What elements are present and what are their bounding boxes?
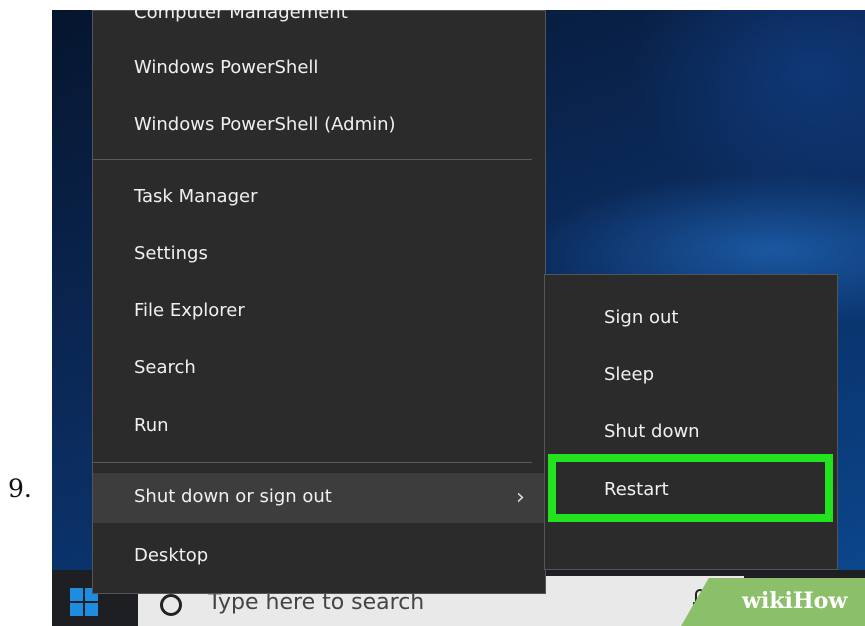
menu-separator [93, 159, 532, 160]
submenu-item-label: Sign out [604, 307, 679, 328]
menu-item-windows-powershell-admin[interactable]: Windows PowerShell (Admin) [93, 101, 545, 151]
submenu-item-sign-out[interactable]: Sign out [545, 294, 837, 344]
menu-item-windows-powershell[interactable]: Windows PowerShell [93, 44, 545, 94]
menu-item-desktop[interactable]: Desktop [93, 532, 545, 582]
menu-item-label: Run [134, 415, 169, 436]
menu-item-label: Search [134, 357, 196, 378]
wikihow-watermark-text: wikiHow [742, 588, 848, 614]
menu-item-label: Windows PowerShell (Admin) [134, 114, 396, 135]
cortana-circle-icon [160, 594, 182, 616]
shutdown-submenu: Sign out Sleep Shut down Restart [544, 274, 838, 570]
submenu-item-label: Sleep [604, 364, 655, 385]
menu-item-label: Settings [134, 243, 208, 264]
menu-item-label: Desktop [134, 545, 209, 566]
desktop-scene: Type here to search Computer Management … [52, 10, 865, 626]
menu-separator [93, 462, 532, 463]
menu-item-search[interactable]: Search [93, 344, 545, 394]
menu-item-label: Computer Management [134, 10, 348, 23]
menu-item-shut-down-or-sign-out[interactable]: Shut down or sign out › [93, 473, 545, 523]
restart-highlight-box [548, 454, 833, 522]
menu-item-label: File Explorer [134, 300, 245, 321]
menu-item-label: Task Manager [134, 186, 258, 207]
menu-item-label: Windows PowerShell [134, 57, 319, 78]
submenu-item-shut-down[interactable]: Shut down [545, 408, 837, 458]
step-number: 9. [8, 474, 32, 503]
menu-item-run[interactable]: Run [93, 402, 545, 452]
winx-context-menu: Computer Management Windows PowerShell W… [92, 10, 546, 594]
menu-item-computer-management[interactable]: Computer Management [93, 10, 545, 39]
menu-item-label: Shut down or sign out [134, 486, 332, 507]
submenu-item-label: Shut down [604, 421, 700, 442]
menu-item-settings[interactable]: Settings [93, 230, 545, 280]
chevron-right-icon: › [516, 485, 525, 510]
menu-item-file-explorer[interactable]: File Explorer [93, 287, 545, 337]
menu-item-task-manager[interactable]: Task Manager [93, 173, 545, 223]
submenu-item-sleep[interactable]: Sleep [545, 351, 837, 401]
